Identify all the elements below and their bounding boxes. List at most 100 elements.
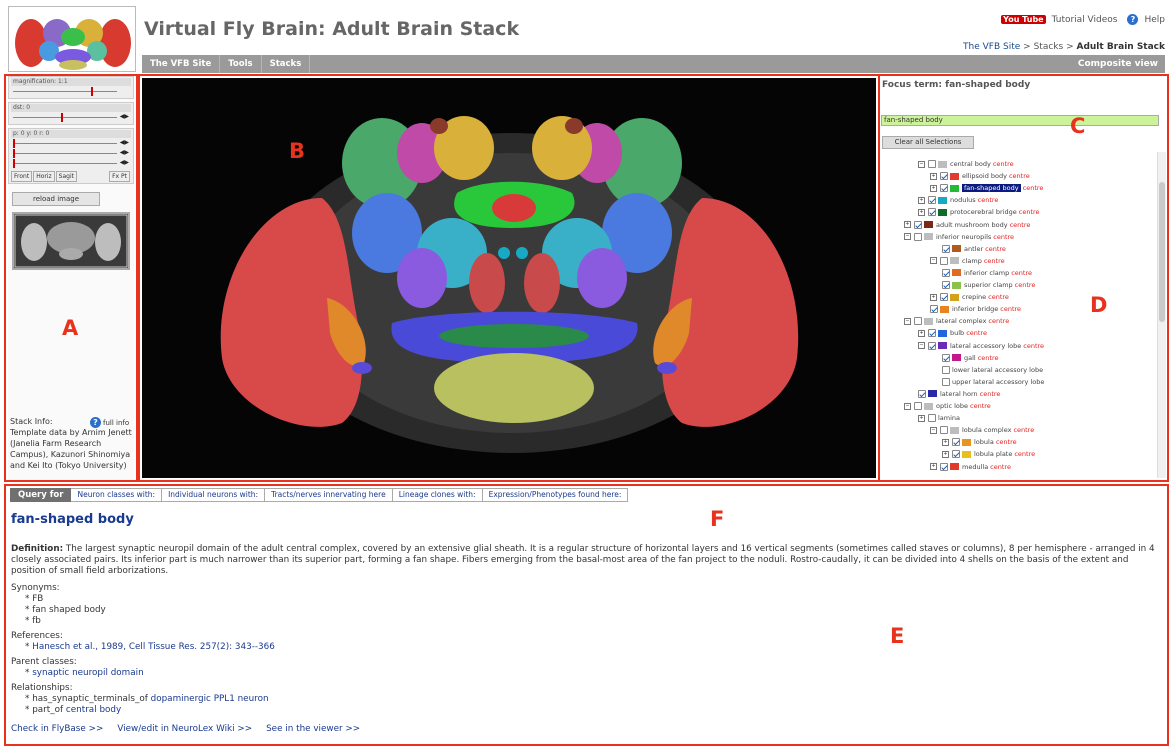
tree-item-label[interactable]: fan-shaped body (962, 184, 1021, 193)
tree-checkbox[interactable] (942, 365, 950, 374)
tree-item-label[interactable]: inferior neuropils (936, 233, 991, 241)
tree-checkbox[interactable] (918, 389, 926, 398)
tree-item-label[interactable]: central body (950, 160, 991, 168)
query-tab-individual-neurons[interactable]: Individual neurons with: (162, 488, 266, 502)
tree-item[interactable]: + protocerebral bridge centre (918, 206, 1040, 218)
tree-item-label[interactable]: crepine (962, 293, 986, 301)
color-swatch[interactable] (938, 329, 947, 337)
tree-item[interactable]: + crepine centre (930, 291, 1009, 303)
tree-expander-icon[interactable]: + (930, 463, 937, 470)
tree-item-label[interactable]: lobula (974, 438, 994, 446)
tree-item-label[interactable]: ellipsoid body (962, 172, 1007, 180)
nav-item-tools[interactable]: Tools (220, 55, 262, 73)
reference-link[interactable]: Hanesch et al., 1989, Cell Tissue Res. 2… (32, 642, 275, 652)
tree-item-label[interactable]: lower lateral accessory lobe (952, 366, 1043, 374)
horizontal-view-button[interactable]: Horiz (33, 171, 55, 182)
color-swatch[interactable] (962, 438, 971, 446)
tree-item-label[interactable]: clamp (962, 257, 982, 265)
centre-link[interactable]: centre (1000, 305, 1021, 313)
color-swatch[interactable] (950, 426, 959, 434)
full-info-label[interactable]: full info (103, 419, 129, 427)
centre-link[interactable]: centre (1011, 269, 1032, 277)
breadcrumb-vfb-site[interactable]: The VFB Site (963, 42, 1020, 52)
tree-item-label[interactable]: adult mushroom body (936, 221, 1008, 229)
tree-checkbox[interactable] (914, 220, 922, 229)
centre-link[interactable]: centre (1023, 184, 1044, 192)
tree-item-label[interactable]: medulla (962, 463, 988, 471)
tree-item[interactable]: + nodulus centre (918, 194, 998, 206)
tree-item[interactable]: + medulla centre (930, 461, 1011, 473)
step-arrows-icon[interactable]: ◀▶ (120, 113, 129, 120)
tree-expander-icon[interactable]: − (918, 342, 925, 349)
tree-expander-icon[interactable]: + (942, 450, 949, 458)
tree-item-label[interactable]: upper lateral accessory lobe (952, 378, 1044, 386)
check-flybase-link[interactable]: Check in FlyBase >> (11, 724, 103, 735)
color-swatch[interactable] (938, 160, 947, 168)
tree-item-label[interactable]: bulb (950, 329, 964, 337)
parent-class-link[interactable]: synaptic neuropil domain (32, 668, 143, 678)
tree-item[interactable]: + lobula plate centre (942, 448, 1035, 460)
tree-expander-icon[interactable]: − (904, 317, 911, 325)
info-icon[interactable]: ? (90, 417, 101, 428)
tree-item-label[interactable]: lamina (938, 414, 960, 422)
tree-expander-icon[interactable]: − (930, 257, 937, 265)
tree-item[interactable]: + bulb centre (918, 327, 987, 339)
color-swatch[interactable] (952, 354, 961, 362)
color-swatch[interactable] (952, 269, 961, 277)
tree-checkbox[interactable] (942, 353, 950, 362)
centre-link[interactable]: centre (1013, 426, 1034, 434)
tree-checkbox[interactable] (940, 462, 948, 471)
tree-scrollbar[interactable] (1157, 152, 1166, 478)
tree-item-label[interactable]: lobula plate (974, 450, 1012, 458)
tutorial-videos-link[interactable]: Tutorial Videos (1052, 15, 1118, 25)
centre-link[interactable]: centre (1019, 208, 1040, 216)
query-tab-neuron-classes[interactable]: Neuron classes with: (71, 488, 163, 502)
tree-item[interactable]: − clamp centre (930, 255, 1005, 267)
nav-item-vfb-site[interactable]: The VFB Site (142, 55, 221, 73)
vfb-logo[interactable] (8, 6, 136, 72)
step-arrows-icon[interactable]: ◀▶ (120, 159, 129, 166)
tree-checkbox[interactable] (914, 317, 922, 326)
tree-expander-icon[interactable]: + (904, 221, 911, 228)
centre-link[interactable]: centre (970, 402, 991, 410)
help-link[interactable]: Help (1144, 15, 1165, 25)
tree-item-label[interactable]: protocerebral bridge (950, 208, 1017, 216)
centre-link[interactable]: centre (1009, 172, 1030, 180)
tree-item-label[interactable]: lobula complex (962, 426, 1011, 434)
tree-item[interactable]: inferior bridge centre (930, 303, 1021, 315)
tree-checkbox[interactable] (942, 377, 950, 386)
centre-link[interactable]: centre (978, 354, 999, 362)
tree-checkbox[interactable] (914, 232, 922, 241)
yaw-slider[interactable]: ◀▶ (13, 149, 129, 158)
tree-item[interactable]: gall centre (942, 352, 999, 364)
centre-link[interactable]: centre (980, 390, 1001, 398)
tree-item-label[interactable]: inferior clamp (964, 269, 1009, 277)
tree-item[interactable]: − lateral complex centre (904, 315, 1009, 327)
step-arrows-icon[interactable]: ◀▶ (120, 149, 129, 156)
tree-item-label[interactable]: lateral horn (940, 390, 978, 398)
centre-link[interactable]: centre (990, 463, 1011, 471)
tree-item-label[interactable]: nodulus (950, 196, 976, 204)
centre-link[interactable]: centre (993, 233, 1014, 241)
centre-link[interactable]: centre (1010, 221, 1031, 229)
color-swatch[interactable] (924, 317, 933, 325)
tree-item[interactable]: lower lateral accessory lobe (942, 364, 1043, 376)
color-swatch[interactable] (938, 208, 947, 216)
tree-checkbox[interactable] (940, 426, 948, 435)
tree-expander-icon[interactable]: + (942, 438, 949, 446)
tree-checkbox[interactable] (942, 281, 950, 289)
tree-item[interactable]: + lamina (918, 412, 960, 424)
query-tab-expression-phenotypes[interactable]: Expression/Phenotypes found here: (482, 488, 629, 502)
tree-checkbox[interactable] (928, 160, 936, 168)
tree-checkbox[interactable] (928, 414, 936, 423)
pitch-slider[interactable]: ◀▶ (13, 139, 129, 148)
color-swatch[interactable] (940, 305, 949, 313)
color-swatch[interactable] (924, 402, 933, 410)
nav-item-stacks[interactable]: Stacks (262, 55, 311, 73)
centre-link[interactable]: centre (996, 438, 1017, 446)
step-arrows-icon[interactable]: ◀▶ (120, 139, 129, 146)
brain-image-viewer[interactable] (142, 78, 876, 478)
tree-item[interactable]: lateral horn centre (918, 388, 1000, 400)
color-swatch[interactable] (924, 233, 933, 241)
tree-checkbox[interactable] (940, 184, 948, 193)
